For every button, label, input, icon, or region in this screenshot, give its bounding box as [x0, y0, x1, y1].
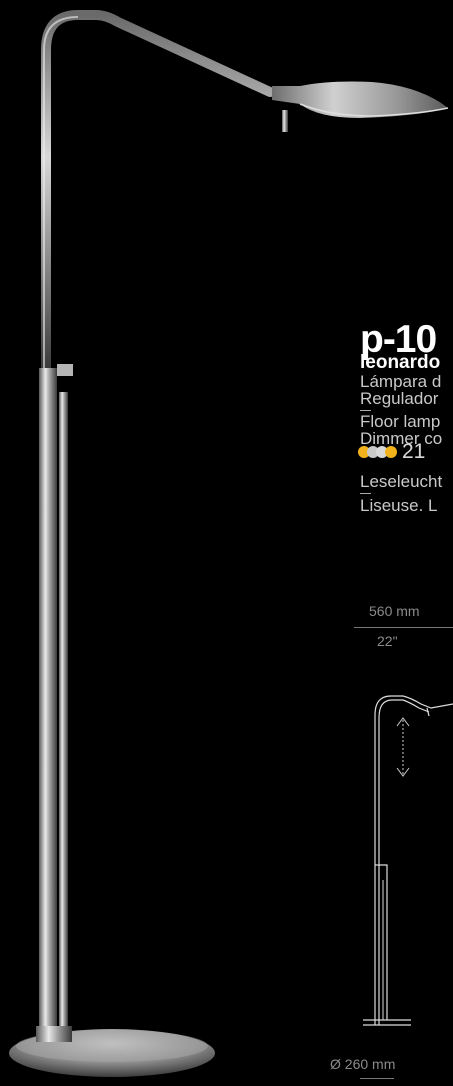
base-line [360, 1078, 394, 1079]
description-de: Leseleucht [360, 472, 443, 491]
width-line [354, 627, 453, 628]
width-in: 22" [377, 633, 398, 649]
base-diameter: Ø 260 mm [330, 1056, 396, 1072]
description-fr: Liseuse. L [360, 496, 438, 515]
divider [360, 493, 371, 494]
description-es-line2: Regulador [360, 389, 439, 408]
width-mm: 560 mm [369, 603, 420, 619]
divider [360, 410, 371, 411]
finish-code: 21 [402, 440, 426, 463]
product-subtitle: leonardo [360, 352, 441, 373]
lamp-diagram [363, 695, 453, 1026]
description-en-line1: Floor lamp [360, 412, 441, 431]
finish-swatch [385, 446, 397, 458]
description-es-line1: Lámpara d [360, 372, 442, 391]
